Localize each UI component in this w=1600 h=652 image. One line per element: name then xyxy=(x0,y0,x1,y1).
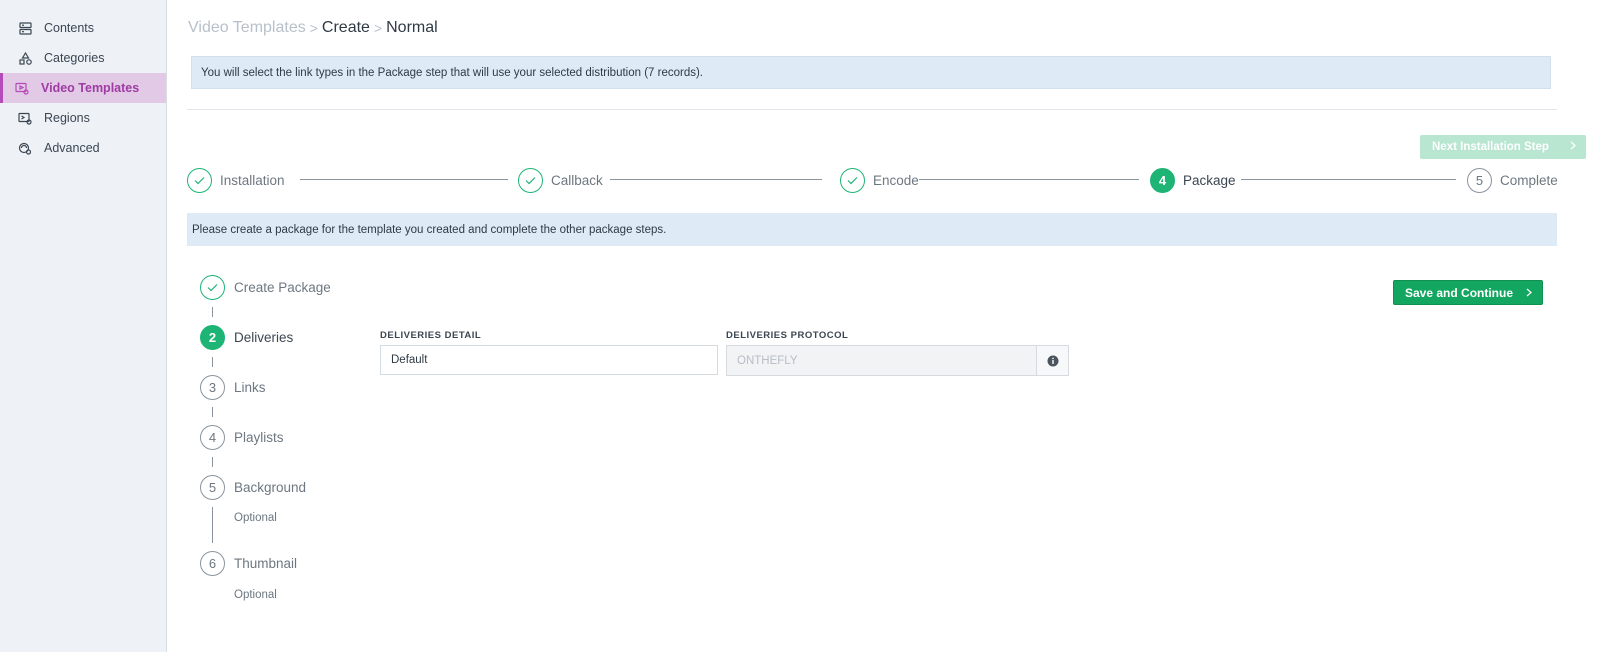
step-label: Callback xyxy=(551,172,603,188)
substep-connector xyxy=(212,407,213,417)
substep-number: 5 xyxy=(200,475,225,500)
substep-label: Deliveries xyxy=(234,330,294,345)
sidebar-item-label: Contents xyxy=(44,21,95,35)
distribution-info-banner: You will select the link types in the Pa… xyxy=(191,56,1551,89)
substep-number: 4 xyxy=(200,425,225,450)
save-and-continue-label: Save and Continue xyxy=(1405,285,1514,300)
main-content: Video Templates > Create > Normal You wi… xyxy=(167,0,1600,652)
substep-label: Background xyxy=(234,480,307,495)
step-installation[interactable]: Installation xyxy=(187,167,285,193)
step-label: Encode xyxy=(873,172,919,188)
step-number: 5 xyxy=(1467,167,1492,193)
app-root: Contents Categories Video Templates Regi… xyxy=(0,0,1600,652)
substep-label: Create Package xyxy=(234,280,331,295)
installation-stepper: Installation Callback Encode 4 Package 5 xyxy=(187,167,1558,193)
sidebar-item-regions[interactable]: Regions xyxy=(0,103,166,133)
step-complete[interactable]: 5 Complete xyxy=(1467,167,1558,193)
substep-links[interactable]: 3 Links xyxy=(200,375,266,400)
sidebar-item-video-templates[interactable]: Video Templates xyxy=(0,73,166,103)
region-settings-icon xyxy=(18,111,32,125)
next-installation-step-label: Next Installation Step xyxy=(1432,141,1549,153)
substep-create-package[interactable]: Create Package xyxy=(200,275,331,300)
substep-optional-note: Optional xyxy=(234,512,277,524)
save-and-continue-button[interactable]: Save and Continue xyxy=(1393,280,1543,305)
sidebar-item-contents[interactable]: Contents xyxy=(0,13,166,43)
shapes-icon xyxy=(18,51,32,65)
step-label: Installation xyxy=(220,172,285,188)
deliveries-protocol-label: DELIVERIES PROTOCOL xyxy=(726,330,849,341)
sidebar-item-label: Regions xyxy=(44,111,90,125)
substep-label: Thumbnail xyxy=(234,556,298,571)
substep-connector xyxy=(212,307,213,317)
sidebar-item-label: Video Templates xyxy=(41,81,140,95)
info-icon[interactable] xyxy=(1037,345,1069,376)
step-label: Package xyxy=(1183,172,1236,188)
sidebar-item-categories[interactable]: Categories xyxy=(0,43,166,73)
video-settings-icon xyxy=(15,81,29,95)
substep-playlists[interactable]: 4 Playlists xyxy=(200,425,284,450)
stepper-connector xyxy=(1241,179,1456,180)
check-icon xyxy=(187,167,212,193)
breadcrumb-normal: Normal xyxy=(386,19,438,36)
substep-connector xyxy=(212,457,213,467)
divider xyxy=(187,109,1557,110)
stepper-connector xyxy=(610,179,822,180)
substep-label: Playlists xyxy=(234,430,284,445)
breadcrumb-separator: > xyxy=(373,20,383,36)
advanced-settings-icon xyxy=(18,141,32,155)
deliveries-detail-input[interactable] xyxy=(380,345,718,375)
step-callback[interactable]: Callback xyxy=(518,167,603,193)
sidebar: Contents Categories Video Templates Regi… xyxy=(0,0,167,652)
substep-number: 3 xyxy=(200,375,225,400)
substep-connector xyxy=(212,357,213,367)
step-number: 4 xyxy=(1150,167,1175,193)
deliveries-protocol-input xyxy=(726,345,1037,376)
next-installation-step-button[interactable]: Next Installation Step xyxy=(1420,135,1586,159)
substep-number: 6 xyxy=(200,551,225,576)
substep-label: Links xyxy=(234,380,266,395)
substep-connector xyxy=(212,507,213,543)
substep-thumbnail[interactable]: 6 Thumbnail xyxy=(200,551,297,576)
breadcrumb-separator: > xyxy=(309,20,318,36)
breadcrumb: Video Templates > Create > Normal xyxy=(188,19,438,37)
substep-optional-note: Optional xyxy=(234,589,277,601)
package-info-banner: Please create a package for the template… xyxy=(187,213,1557,246)
breadcrumb-video-templates[interactable]: Video Templates xyxy=(188,19,306,37)
substep-deliveries[interactable]: 2 Deliveries xyxy=(200,325,293,350)
stepper-connector xyxy=(917,179,1139,180)
step-encode[interactable]: Encode xyxy=(840,167,919,193)
substep-background[interactable]: 5 Background xyxy=(200,475,306,500)
step-label: Complete xyxy=(1500,172,1558,188)
chevron-right-icon xyxy=(1526,286,1532,300)
deliveries-detail-label: DELIVERIES DETAIL xyxy=(380,330,482,341)
sidebar-item-label: Categories xyxy=(44,51,105,65)
check-icon xyxy=(518,167,543,193)
check-icon xyxy=(840,167,865,193)
server-stack-icon xyxy=(18,21,32,35)
sidebar-item-label: Advanced xyxy=(44,141,100,155)
step-package[interactable]: 4 Package xyxy=(1150,167,1236,193)
breadcrumb-create: Create xyxy=(321,19,370,36)
sidebar-item-advanced[interactable]: Advanced xyxy=(0,133,166,163)
substep-number: 2 xyxy=(200,325,225,350)
check-icon xyxy=(200,275,225,300)
stepper-connector xyxy=(300,179,508,180)
chevron-right-icon xyxy=(1570,141,1576,153)
